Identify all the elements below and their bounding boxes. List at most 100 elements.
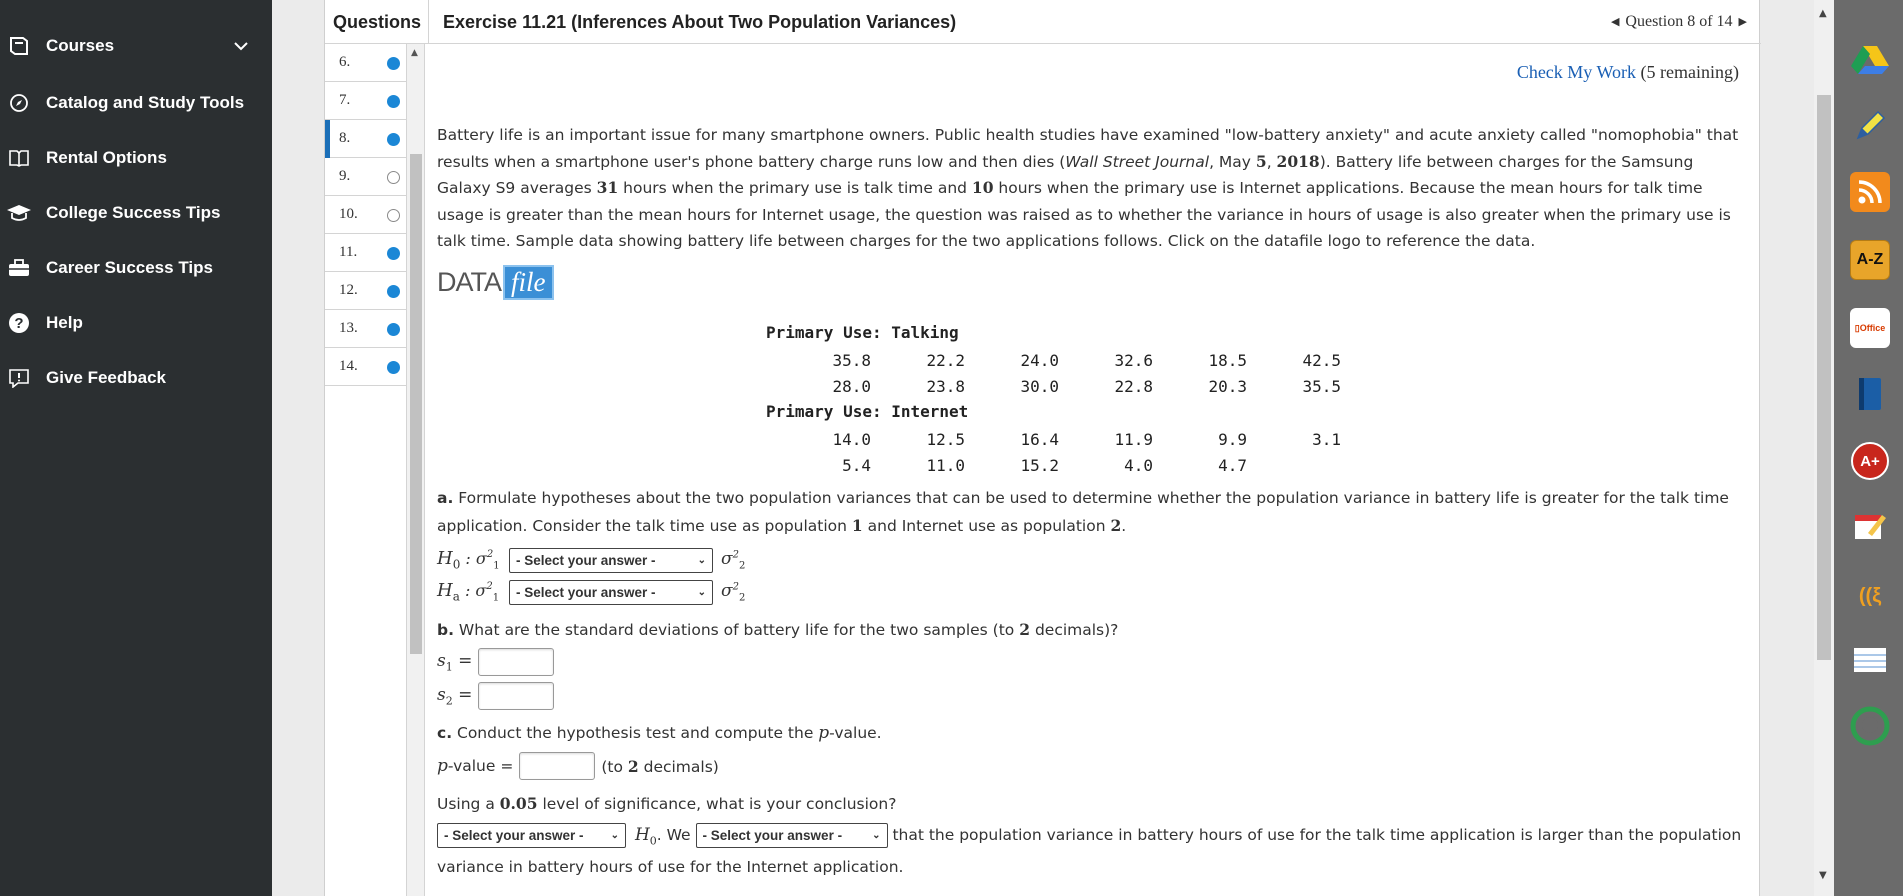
table-cell: 3.1 [1312, 430, 1341, 449]
question-item[interactable]: 13. [325, 310, 407, 348]
datafile-logo[interactable]: DATA file [437, 262, 554, 302]
conclude-select[interactable]: - Select your answer - ⌄ [695, 823, 888, 848]
table-cell: 32.6 [1114, 351, 1153, 370]
nav-label: Give Feedback [46, 368, 167, 387]
question-item-active[interactable]: 8. [325, 120, 407, 158]
blue-book-icon[interactable] [1850, 374, 1890, 414]
nav-career-tips[interactable]: Career Success Tips [0, 248, 272, 288]
scroll-up-icon[interactable]: ▲ [411, 48, 418, 58]
question-item[interactable]: 14. [325, 348, 407, 386]
table-cell: 12.5 [926, 430, 965, 449]
status-dot-icon [387, 95, 400, 108]
question-number: 6. [339, 54, 351, 70]
s1-row: s1 = [437, 648, 555, 676]
next-question-icon[interactable]: ▶ [1739, 0, 1747, 44]
compass-icon [6, 90, 32, 116]
office-icon[interactable]: ▯Office [1850, 308, 1890, 348]
feedback-icon [6, 365, 32, 391]
exercise-title: Exercise 11.21 (Inferences About Two Pop… [443, 12, 957, 32]
question-header: Questions Exercise 11.21 (Inferences Abo… [325, 0, 1761, 44]
question-item[interactable]: 6. [325, 44, 407, 82]
nav-label: Rental Options [46, 148, 167, 167]
question-item[interactable]: 9. [325, 158, 407, 196]
questions-label: Questions [325, 0, 429, 44]
part-b-text: b. What are the standard deviations of b… [437, 620, 1119, 639]
question-number: 10. [339, 206, 358, 222]
question-number: 11. [339, 244, 358, 260]
scroll-up-icon[interactable]: ▲ [1819, 8, 1827, 19]
pvalue-input[interactable] [519, 752, 596, 780]
question-number: 9. [339, 168, 351, 184]
sigma-squared-2: σ22 [721, 548, 746, 572]
question-item[interactable]: 11. [325, 234, 407, 272]
conclusion-text: - Select your answer - ⌄ H0. We - Select … [437, 823, 1742, 877]
s2-label: s2 = [437, 684, 473, 708]
table-cell: 5.4 [842, 456, 871, 475]
table-cell: 9.9 [1218, 430, 1247, 449]
scrollbar-thumb[interactable] [410, 154, 422, 654]
table-cell: 28.0 [832, 377, 871, 396]
nav-label: College Success Tips [46, 203, 221, 222]
table-cell: 22.2 [926, 351, 965, 370]
a-z-icon[interactable]: A-Z [1850, 240, 1890, 280]
ha-select[interactable]: - Select your answer - ⌄ [509, 579, 713, 605]
nav-college-tips[interactable]: College Success Tips [0, 193, 272, 233]
open-book-icon [6, 145, 32, 171]
status-dot-icon [387, 171, 400, 184]
pencil-icon[interactable] [1850, 106, 1890, 146]
app-window: Courses Catalog and Study Tools Rental O… [0, 0, 1903, 896]
sigma-squared-2: σ22 [721, 580, 746, 604]
nav-give-feedback[interactable]: Give Feedback [0, 358, 272, 398]
a-plus-icon[interactable]: A+ [1851, 442, 1889, 480]
scrollbar-thumb[interactable] [1817, 95, 1831, 660]
question-panel: Questions Exercise 11.21 (Inferences Abo… [324, 0, 1761, 896]
status-dot-icon [387, 285, 400, 298]
datafile-text: DATA [437, 266, 502, 297]
s1-input[interactable] [478, 648, 555, 676]
left-nav: Courses Catalog and Study Tools Rental O… [0, 0, 272, 896]
nav-help[interactable]: ? Help [0, 303, 272, 343]
nav-rental[interactable]: Rental Options [0, 138, 272, 178]
question-content: Check My Work (5 remaining) Battery life… [437, 44, 1747, 896]
main-page: Questions Exercise 11.21 (Inferences Abo… [272, 0, 1840, 896]
speech-icon[interactable]: ((ξ [1850, 576, 1890, 616]
h0-select[interactable]: - Select your answer - ⌄ [509, 547, 713, 573]
s2-input[interactable] [478, 682, 555, 710]
green-circle-icon[interactable] [1850, 706, 1890, 746]
status-dot-icon [387, 209, 400, 222]
question-number: 12. [339, 282, 358, 298]
previous-question-icon[interactable]: ◀ [1611, 0, 1619, 44]
check-my-work-link[interactable]: Check My Work [1517, 62, 1636, 82]
question-number: 14. [339, 358, 358, 374]
s1-label: s1 = [437, 650, 473, 674]
notes-icon[interactable] [1850, 506, 1890, 546]
chevron-down-icon[interactable] [234, 36, 248, 56]
briefcase-icon [6, 255, 32, 281]
datafile-file-text: file [503, 264, 554, 300]
h0-label: H0 : σ21 [437, 548, 500, 572]
nav-courses[interactable]: Courses [0, 26, 272, 66]
notebook-icon[interactable] [1850, 640, 1890, 680]
question-item[interactable]: 7. [325, 82, 407, 120]
question-item[interactable]: 12. [325, 272, 407, 310]
pvalue-hint: (to 2 decimals) [601, 756, 719, 776]
book-icon [6, 33, 32, 59]
question-list-scrollbar[interactable]: ▲ [407, 44, 425, 896]
rss-icon[interactable] [1850, 172, 1890, 212]
ha-row: Ha : σ21 - Select your answer - ⌄ σ22 [437, 578, 745, 606]
part-c-text: c. Conduct the hypothesis test and compu… [437, 723, 882, 743]
help-icon: ? [6, 310, 32, 336]
nav-catalog[interactable]: Catalog and Study Tools [0, 83, 272, 123]
svg-text:?: ? [14, 315, 23, 332]
question-item[interactable]: 10. [325, 196, 407, 234]
table-cell: 30.0 [1020, 377, 1059, 396]
graduation-cap-icon [6, 200, 32, 226]
scroll-down-icon[interactable]: ▼ [1819, 870, 1827, 881]
reject-select[interactable]: - Select your answer - ⌄ [437, 823, 626, 848]
question-number: 7. [339, 92, 351, 108]
question-position: Question 8 of 14 [1625, 13, 1733, 30]
page-scrollbar[interactable]: ▲ ▼ [1814, 0, 1834, 896]
nav-label: Catalog and Study Tools [46, 93, 245, 112]
google-drive-icon[interactable] [1850, 40, 1890, 80]
intro-paragraph: Battery life is an important issue for m… [437, 126, 1739, 250]
